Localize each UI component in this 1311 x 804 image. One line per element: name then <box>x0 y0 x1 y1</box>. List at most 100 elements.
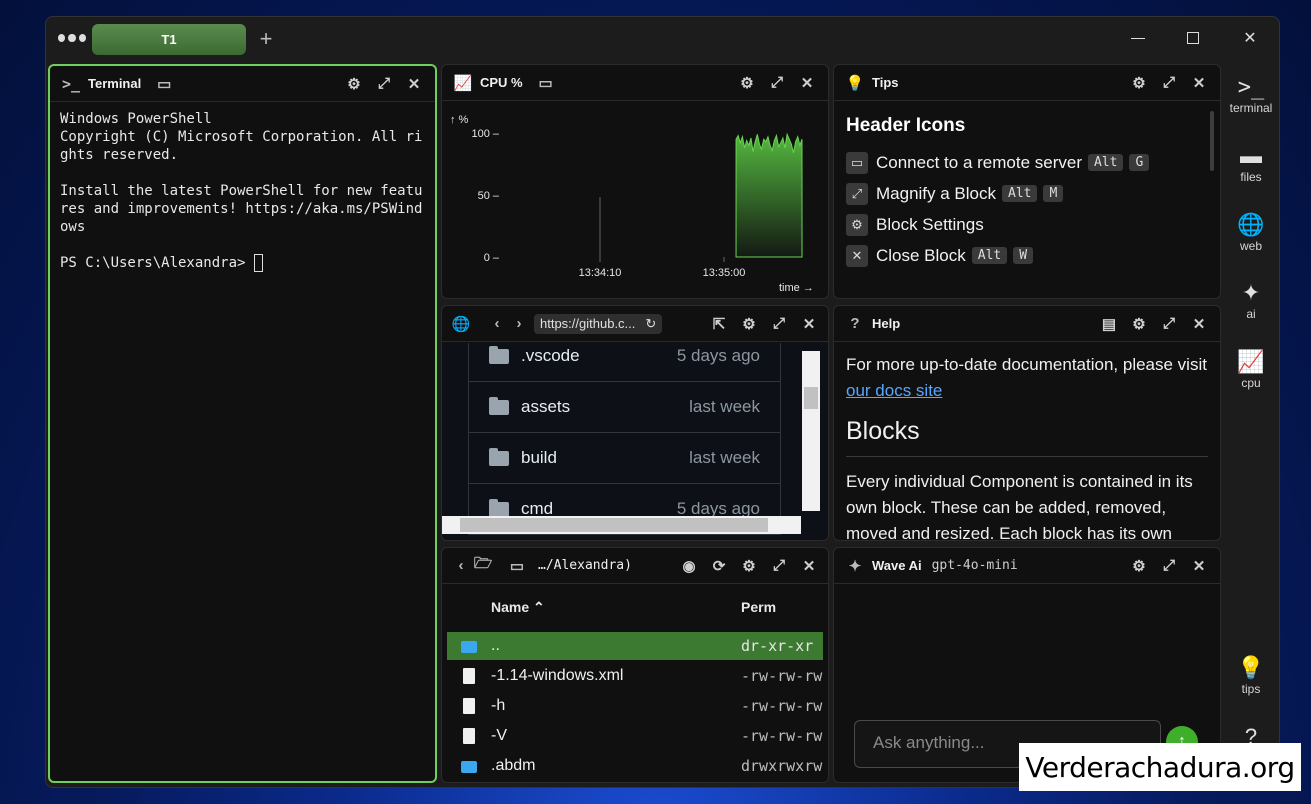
list-item[interactable]: assets last week <box>469 382 780 433</box>
magnify-icon[interactable]: ⤢ <box>768 313 790 335</box>
tips-block[interactable]: 💡 Tips ⚙ ⤢ ✕ Header Icons ▭ Connect to a… <box>833 64 1221 299</box>
docs-link[interactable]: our docs site <box>846 381 942 400</box>
close-icon[interactable]: ✕ <box>1188 313 1210 335</box>
cpu-block[interactable]: 📈 CPU % ▭ ⚙ ⤢ ✕ ↑ % 100 – 50 – 0 – 13:34:1… <box>441 64 829 299</box>
web-page[interactable]: .vscode 5 days ago assets last week build l… <box>442 343 828 540</box>
laptop-icon[interactable]: ▭ <box>506 555 528 577</box>
col-name-header[interactable]: Name ⌃ <box>491 599 545 616</box>
tips-scrollbar[interactable] <box>1210 111 1214 171</box>
url-text: https://github.c... <box>540 316 636 331</box>
back-icon[interactable]: ‹ <box>486 313 508 335</box>
magnify-icon[interactable]: ⤢ <box>1158 555 1180 577</box>
settings-icon[interactable]: ⚙ <box>1128 555 1150 577</box>
files-path[interactable]: …/Alexandra) <box>538 558 632 573</box>
magnify-icon[interactable]: ⤢ <box>766 72 788 94</box>
scroll-thumb[interactable] <box>460 518 768 532</box>
ai-header: ✦ Wave Ai gpt-4o-mini ⚙ ⤢ ✕ <box>834 548 1220 584</box>
close-icon[interactable]: ✕ <box>403 73 425 95</box>
magnify-icon: ⤢ <box>846 182 868 205</box>
col-perm-header[interactable]: Perm <box>741 599 776 615</box>
help-heading: Blocks <box>846 414 1208 457</box>
folder-icon: ▬ <box>1240 143 1262 168</box>
settings-icon[interactable]: ⚙ <box>738 313 760 335</box>
reload-icon[interactable]: ↻ <box>645 316 656 332</box>
external-link-icon[interactable]: ⇱ <box>708 313 730 335</box>
table-row[interactable]: -1.14-windows.xml -rw-rw-rw <box>447 662 823 690</box>
help-block[interactable]: ? Help ▤ ⚙ ⤢ ✕ For more up-to-date docum… <box>833 305 1221 541</box>
add-tab-button[interactable]: + <box>256 26 276 52</box>
magnify-icon[interactable]: ⤢ <box>768 555 790 577</box>
help-intro: For more up-to-date documentation, pleas… <box>846 355 1207 374</box>
list-item[interactable]: build last week <box>469 433 780 484</box>
lightbulb-icon: 💡 <box>845 74 865 92</box>
close-icon[interactable]: ✕ <box>1188 555 1210 577</box>
settings-icon[interactable]: ⚙ <box>738 555 760 577</box>
back-icon[interactable]: ‹ <box>450 555 472 577</box>
close-window-button[interactable]: ✕ <box>1230 23 1270 53</box>
terminal-header: >_ Terminal ▭ ⚙ ⤢ ✕ <box>50 66 435 102</box>
url-bar[interactable]: https://github.c... ↻ <box>534 313 663 334</box>
cpu-chart-svg: ↑ % 100 – 50 – 0 – 13:34:10 13:35:00 time → <box>450 114 814 294</box>
folder-icon <box>489 396 509 415</box>
files-block[interactable]: ‹ 🗁 ▭ …/Alexandra) ◉ ⟳ ⚙ ⤢ ✕ Name ⌃ Perm… <box>441 547 829 783</box>
web-block[interactable]: 🌐 ‹ › https://github.c... ↻ ⇱ ⚙ ⤢ ✕ .vsc… <box>441 305 829 541</box>
magnify-icon[interactable]: ⤢ <box>1158 313 1180 335</box>
settings-icon: ⚙ <box>846 213 868 236</box>
repo-item-name: assets <box>521 397 571 416</box>
list-item[interactable]: .vscode 5 days ago <box>469 343 780 382</box>
kbd-key: W <box>1013 247 1034 264</box>
magnify-icon[interactable]: ⤢ <box>373 73 395 95</box>
cpu-series-area <box>735 132 803 258</box>
scroll-thumb[interactable] <box>804 387 818 409</box>
sidebar-item-label: web <box>1239 239 1262 253</box>
magnify-icon[interactable]: ⤢ <box>1158 72 1180 94</box>
sidebar-item-tips[interactable]: 💡 tips <box>1226 654 1276 696</box>
web-header: 🌐 ‹ › https://github.c... ↻ ⇱ ⚙ ⤢ ✕ <box>442 306 828 342</box>
folder-icon <box>461 761 477 773</box>
forward-icon[interactable]: › <box>508 313 530 335</box>
folder-icon <box>461 641 477 653</box>
chart-icon: 📈 <box>1237 349 1265 374</box>
file-table: Name ⌃ Perm .. dr-xr-xr -1.14-windows.xml… <box>442 585 828 782</box>
sidebar-item-ai[interactable]: ✦ ai <box>1226 279 1276 321</box>
terminal-output[interactable]: Windows PowerShell Copyright (C) Microso… <box>60 110 425 773</box>
settings-icon[interactable]: ⚙ <box>1128 72 1150 94</box>
vertical-scrollbar[interactable] <box>802 351 820 511</box>
sidebar-item-cpu[interactable]: 📈 cpu <box>1226 348 1276 390</box>
table-row[interactable]: -V -rw-rw-rw <box>447 722 823 750</box>
sidebar-item-web[interactable]: 🌐 web <box>1226 211 1276 253</box>
settings-icon[interactable]: ⚙ <box>736 72 758 94</box>
minimize-button[interactable] <box>1118 23 1158 53</box>
refresh-icon[interactable]: ⟳ <box>708 555 730 577</box>
tab-t1[interactable]: T1 <box>92 24 246 55</box>
close-icon[interactable]: ✕ <box>796 72 818 94</box>
x-axis-label: time → <box>779 282 814 294</box>
close-icon[interactable]: ✕ <box>798 555 820 577</box>
maximize-button[interactable] <box>1173 23 1213 53</box>
settings-icon[interactable]: ⚙ <box>1128 313 1150 335</box>
horizontal-scrollbar[interactable] <box>442 516 801 534</box>
kbd-key: G <box>1129 154 1150 171</box>
ai-model[interactable]: gpt-4o-mini <box>932 558 1018 573</box>
sidebar-item-terminal[interactable]: >_ terminal <box>1226 73 1276 116</box>
sidebar-item-label: files <box>1240 170 1262 184</box>
laptop-icon[interactable]: ▭ <box>153 73 175 95</box>
settings-icon[interactable]: ⚙ <box>343 73 365 95</box>
file-name: .abdm <box>491 757 536 774</box>
sidebar-item-files[interactable]: ▬ files <box>1226 142 1276 184</box>
table-row[interactable]: -h -rw-rw-rw <box>447 692 823 720</box>
app-menu-icon[interactable] <box>58 31 86 45</box>
tip-row: ⤢ Magnify a Block Alt M <box>846 178 1210 209</box>
book-icon[interactable]: ▤ <box>1098 313 1120 335</box>
terminal-text: Windows PowerShell Copyright (C) Microso… <box>60 111 423 271</box>
terminal-block[interactable]: >_ Terminal ▭ ⚙ ⤢ ✕ Windows PowerShell C… <box>48 64 437 783</box>
close-icon[interactable]: ✕ <box>798 313 820 335</box>
table-row[interactable]: .abdm drwxrwxrw <box>447 752 823 780</box>
laptop-icon[interactable]: ▭ <box>535 72 557 94</box>
sidebar-item-label: ai <box>1246 307 1256 321</box>
kbd-key: M <box>1043 185 1064 202</box>
sidebar-item-label: tips <box>1241 682 1261 696</box>
close-icon[interactable]: ✕ <box>1188 72 1210 94</box>
table-row[interactable]: .. dr-xr-xr <box>447 632 823 660</box>
eye-icon[interactable]: ◉ <box>678 555 700 577</box>
